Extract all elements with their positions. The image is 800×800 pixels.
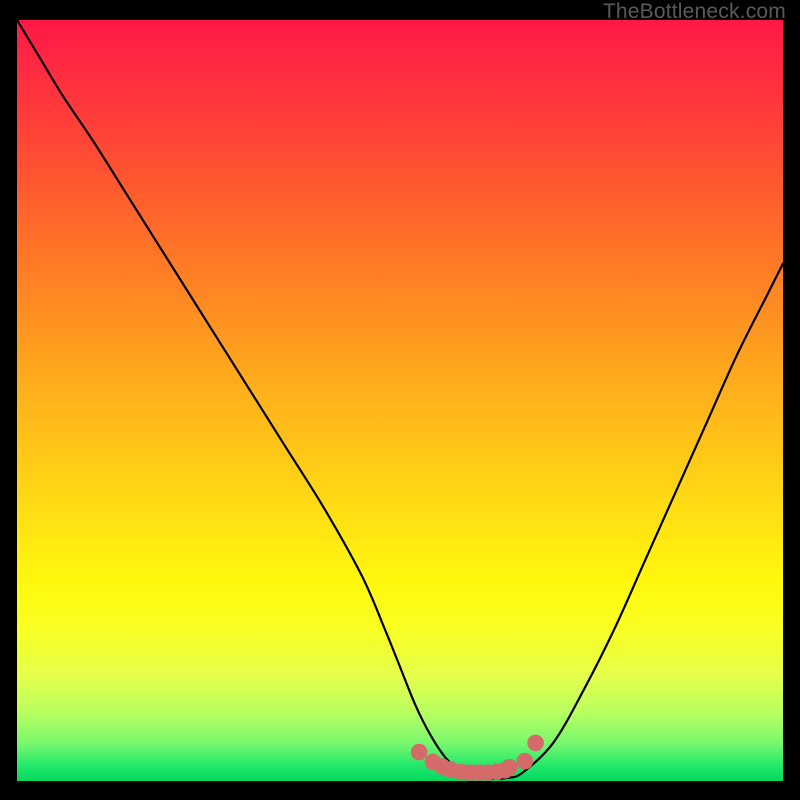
- curve-marker: [517, 753, 534, 770]
- curve-marker: [527, 735, 544, 752]
- plot-area: [17, 20, 783, 781]
- chart-svg: [17, 20, 783, 781]
- curve-marker: [501, 759, 518, 776]
- watermark-text: TheBottleneck.com: [603, 0, 786, 24]
- curve-markers: [411, 735, 544, 781]
- bottleneck-curve: [17, 20, 783, 779]
- curve-marker: [411, 744, 428, 761]
- chart-stage: TheBottleneck.com: [0, 0, 800, 800]
